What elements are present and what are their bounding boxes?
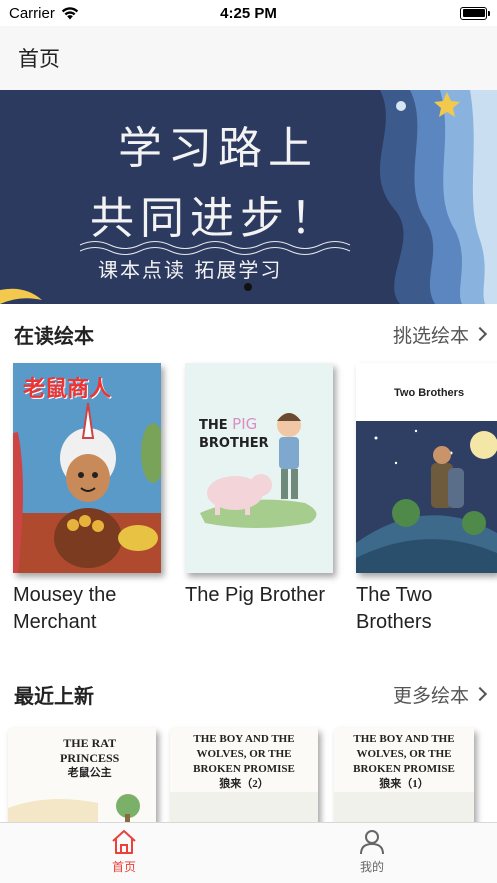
nav-bar: 首页: [0, 26, 497, 90]
recent-section-header: 最近上新 更多绘本: [0, 674, 497, 714]
choose-books-link[interactable]: 挑选绘本: [392, 321, 488, 348]
book-cover-title: Two Brothers: [394, 387, 465, 399]
tab-bar: 首页 我的: [0, 822, 497, 883]
tab-profile-label: 我的: [359, 860, 384, 874]
tab-profile[interactable]: 我的: [332, 829, 412, 875]
book-title: Mousey the Merchant: [13, 584, 117, 633]
recent-section-title: 最近上新: [14, 683, 94, 708]
tab-home[interactable]: 首页: [84, 829, 164, 875]
page-title: 首页: [18, 47, 60, 71]
person-icon: [360, 830, 384, 855]
home-icon: [112, 830, 136, 854]
recent-book-cover[interactable]: THE BOY AND THE WOLVES, OR THE BROKEN PR…: [334, 728, 474, 828]
reading-section-header: 在读绘本 挑选绘本: [0, 314, 497, 354]
chevron-right-icon: [472, 686, 488, 702]
book-cover[interactable]: Two Brothers: [356, 363, 497, 573]
book-cover-title: 老鼠商人: [23, 377, 112, 402]
book-cover[interactable]: THE PIG BROTHER: [185, 363, 333, 573]
banner-headline-2: 共同进步！: [90, 193, 340, 244]
reading-section-title: 在读绘本: [14, 323, 94, 348]
book-title: The Two Brothers: [356, 584, 433, 633]
status-left: Carrier: [9, 5, 79, 22]
pig-brother-cover-art: [185, 363, 333, 573]
tab-home-label: 首页: [111, 860, 136, 874]
battery-icon: [460, 6, 490, 20]
chevron-right-icon: [472, 326, 488, 342]
banner-headline-1: 学习路上: [118, 123, 318, 174]
book-cover[interactable]: 老鼠商人: [13, 363, 161, 573]
status-bar: Carrier 4:25 PM: [0, 0, 497, 26]
carousel-page-indicator[interactable]: [244, 283, 252, 291]
book-title: The Pig Brother: [185, 584, 326, 606]
book-card[interactable]: 老鼠商人 Mousey the Merchant: [13, 363, 163, 636]
carrier-label: Carrier: [9, 4, 55, 22]
more-books-link[interactable]: 更多绘本: [392, 681, 488, 708]
recent-cover-title: THE BOY AND THE WOLVES, OR THE BROKEN PR…: [193, 733, 295, 790]
banner-subtitle: 课本点读 拓展学习: [98, 258, 283, 282]
more-books-label: 更多绘本: [392, 684, 469, 707]
recent-book-cover[interactable]: THE RAT PRINCESS 老鼠公主: [8, 728, 156, 828]
recent-cover-title: THE BOY AND THE WOLVES, OR THE BROKEN PR…: [353, 733, 455, 790]
recent-book-cover[interactable]: THE BOY AND THE WOLVES, OR THE BROKEN PR…: [170, 728, 318, 828]
book-cover-title: THE PIG BROTHER: [199, 415, 269, 451]
wifi-icon: [61, 6, 79, 19]
banner-carousel[interactable]: 学习路上 共同进步！ 课本点读 拓展学习: [0, 90, 497, 304]
choose-books-label: 挑选绘本: [392, 324, 469, 347]
recent-cover-title: THE RAT PRINCESS 老鼠公主: [60, 736, 120, 779]
book-card[interactable]: Two Brothers The Two Brothers: [356, 363, 497, 636]
book-card[interactable]: THE PIG BROTHER The Pig Brother: [185, 363, 335, 609]
